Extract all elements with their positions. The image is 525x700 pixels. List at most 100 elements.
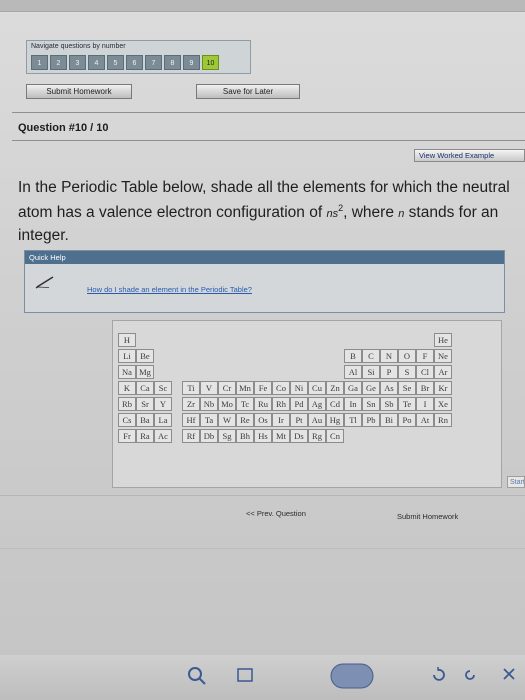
element-cell[interactable]: Cn bbox=[326, 429, 344, 443]
element-cell[interactable]: Hs bbox=[254, 429, 272, 443]
element-cell[interactable]: Sb bbox=[380, 397, 398, 411]
submit-homework-button[interactable]: Submit Homework bbox=[26, 84, 132, 99]
element-cell[interactable]: Bi bbox=[380, 413, 398, 427]
element-cell[interactable]: Db bbox=[200, 429, 218, 443]
element-cell[interactable]: Si bbox=[362, 365, 380, 379]
element-cell[interactable]: Rn bbox=[434, 413, 452, 427]
element-cell[interactable]: Ag bbox=[308, 397, 326, 411]
element-cell[interactable]: Rf bbox=[182, 429, 200, 443]
element-cell[interactable]: Ds bbox=[290, 429, 308, 443]
element-cell[interactable]: Mo bbox=[218, 397, 236, 411]
question-number-button[interactable]: 9 bbox=[183, 55, 200, 70]
element-cell[interactable]: Au bbox=[308, 413, 326, 427]
element-cell[interactable]: Mt bbox=[272, 429, 290, 443]
element-cell[interactable]: Ta bbox=[200, 413, 218, 427]
element-cell[interactable]: W bbox=[218, 413, 236, 427]
element-cell[interactable]: Ti bbox=[182, 381, 200, 395]
element-cell[interactable]: In bbox=[344, 397, 362, 411]
element-cell[interactable]: Rg bbox=[308, 429, 326, 443]
element-cell[interactable]: Mg bbox=[136, 365, 154, 379]
element-cell[interactable]: Cl bbox=[416, 365, 434, 379]
element-cell[interactable]: H bbox=[118, 333, 136, 347]
fit-screen-icon[interactable] bbox=[236, 667, 254, 688]
element-cell[interactable]: Br bbox=[416, 381, 434, 395]
element-cell[interactable]: Ac bbox=[154, 429, 172, 443]
element-cell[interactable]: Sn bbox=[362, 397, 380, 411]
submit-homework-bottom-link[interactable]: Submit Homework bbox=[397, 512, 458, 521]
element-cell[interactable]: O bbox=[398, 349, 416, 363]
element-cell[interactable]: Be bbox=[136, 349, 154, 363]
element-cell[interactable]: Li bbox=[118, 349, 136, 363]
element-cell[interactable]: S bbox=[398, 365, 416, 379]
element-cell[interactable]: Sg bbox=[218, 429, 236, 443]
element-cell[interactable]: Os bbox=[254, 413, 272, 427]
element-cell[interactable]: Ne bbox=[434, 349, 452, 363]
element-cell[interactable]: Cs bbox=[118, 413, 136, 427]
element-cell[interactable]: P bbox=[380, 365, 398, 379]
element-cell[interactable]: Mn bbox=[236, 381, 254, 395]
close-icon[interactable] bbox=[502, 667, 516, 686]
search-icon[interactable] bbox=[186, 665, 208, 692]
save-for-later-button[interactable]: Save for Later bbox=[196, 84, 300, 99]
element-cell[interactable]: Ru bbox=[254, 397, 272, 411]
pill-button-icon[interactable] bbox=[330, 663, 374, 694]
element-cell[interactable]: Ba bbox=[136, 413, 154, 427]
question-number-button[interactable]: 2 bbox=[50, 55, 67, 70]
element-cell[interactable]: N bbox=[380, 349, 398, 363]
element-cell[interactable]: Bh bbox=[236, 429, 254, 443]
element-cell[interactable]: F bbox=[416, 349, 434, 363]
element-cell[interactable]: La bbox=[154, 413, 172, 427]
element-cell[interactable]: He bbox=[434, 333, 452, 347]
question-number-button[interactable]: 1 bbox=[31, 55, 48, 70]
question-number-button[interactable]: 3 bbox=[69, 55, 86, 70]
question-number-button[interactable]: 10 bbox=[202, 55, 219, 70]
element-cell[interactable]: Fe bbox=[254, 381, 272, 395]
element-cell[interactable]: Y bbox=[154, 397, 172, 411]
element-cell[interactable]: Ra bbox=[136, 429, 154, 443]
question-number-button[interactable]: 4 bbox=[88, 55, 105, 70]
element-cell[interactable]: As bbox=[380, 381, 398, 395]
prev-question-link[interactable]: << Prev. Question bbox=[246, 509, 306, 518]
element-cell[interactable]: Na bbox=[118, 365, 136, 379]
element-cell[interactable]: Cr bbox=[218, 381, 236, 395]
element-cell[interactable]: Kr bbox=[434, 381, 452, 395]
element-cell[interactable]: B bbox=[344, 349, 362, 363]
element-cell[interactable]: Po bbox=[398, 413, 416, 427]
shade-element-help-link[interactable]: How do I shade an element in the Periodi… bbox=[87, 285, 252, 294]
question-number-button[interactable]: 6 bbox=[126, 55, 143, 70]
element-cell[interactable]: Re bbox=[236, 413, 254, 427]
element-cell[interactable]: Co bbox=[272, 381, 290, 395]
element-cell[interactable]: At bbox=[416, 413, 434, 427]
element-cell[interactable]: Zr bbox=[182, 397, 200, 411]
refresh-icon[interactable] bbox=[462, 667, 478, 688]
start-button[interactable]: Start bbox=[507, 476, 525, 488]
element-cell[interactable]: Hf bbox=[182, 413, 200, 427]
element-cell[interactable]: Ir bbox=[272, 413, 290, 427]
question-number-button[interactable]: 7 bbox=[145, 55, 162, 70]
element-cell[interactable]: Ca bbox=[136, 381, 154, 395]
element-cell[interactable]: Ge bbox=[362, 381, 380, 395]
element-cell[interactable]: Ar bbox=[434, 365, 452, 379]
element-cell[interactable]: Sc bbox=[154, 381, 172, 395]
element-cell[interactable]: Xe bbox=[434, 397, 452, 411]
element-cell[interactable]: Te bbox=[398, 397, 416, 411]
element-cell[interactable]: Al bbox=[344, 365, 362, 379]
question-number-button[interactable]: 5 bbox=[107, 55, 124, 70]
element-cell[interactable]: Sr bbox=[136, 397, 154, 411]
element-cell[interactable]: Pb bbox=[362, 413, 380, 427]
undo-icon[interactable] bbox=[430, 667, 446, 688]
element-cell[interactable]: Tl bbox=[344, 413, 362, 427]
element-cell[interactable]: Se bbox=[398, 381, 416, 395]
element-cell[interactable]: Zn bbox=[326, 381, 344, 395]
element-cell[interactable]: Pd bbox=[290, 397, 308, 411]
element-cell[interactable]: Pt bbox=[290, 413, 308, 427]
element-cell[interactable]: Tc bbox=[236, 397, 254, 411]
element-cell[interactable]: I bbox=[416, 397, 434, 411]
element-cell[interactable]: Hg bbox=[326, 413, 344, 427]
element-cell[interactable]: C bbox=[362, 349, 380, 363]
element-cell[interactable]: Cd bbox=[326, 397, 344, 411]
element-cell[interactable]: K bbox=[118, 381, 136, 395]
element-cell[interactable]: Rb bbox=[118, 397, 136, 411]
view-worked-example-button[interactable]: View Worked Example bbox=[414, 149, 525, 162]
element-cell[interactable]: Cu bbox=[308, 381, 326, 395]
